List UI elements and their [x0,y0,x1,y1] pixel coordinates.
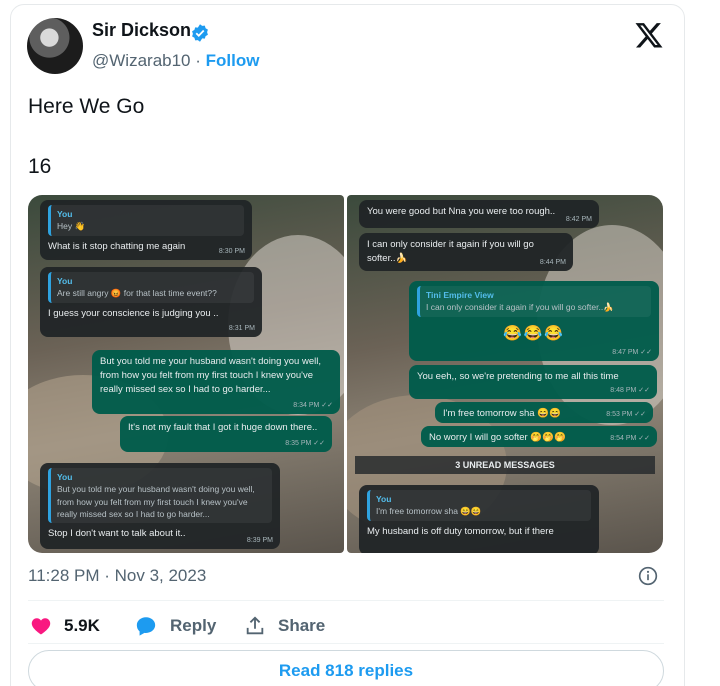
author-name[interactable]: Sir Dickson [92,20,191,41]
chat-bubble-incoming: You But you told me your husband wasn't … [40,463,280,549]
verified-badge-icon [192,24,208,42]
share-label: Share [278,616,326,635]
reply-button[interactable]: Reply [134,612,216,640]
quoted-message: You Hey 👋 [48,205,244,236]
share-upload-icon [246,616,264,635]
chat-bubble-incoming: You Are still angry 😡 for that last time… [40,267,262,337]
chat-bubble-outgoing: You eeh,, so we're pretending to me all … [409,365,657,399]
info-icon[interactable] [638,566,658,586]
tweet-text-line1: Here We Go [28,95,145,118]
chat-bubble-outgoing: I'm free tomorrow sha 😄😄 8:53 PM ✓✓ [435,402,653,423]
quoted-message: You I'm free tomorrow sha 😄😄 [367,490,591,521]
media-image-left[interactable]: You Hey 👋 What is it stop chatting me ag… [28,195,344,553]
chat-bubble-incoming: You Hey 👋 What is it stop chatting me ag… [40,200,252,260]
heart-icon [31,618,51,635]
separator: · [195,51,201,70]
chat-bubble-outgoing: But you told me your husband wasn't doin… [92,350,340,414]
unread-messages-banner: 3 UNREAD MESSAGES [355,456,655,474]
like-count: 5.9K [64,616,100,635]
share-button[interactable]: Share [244,612,325,640]
chat-bubble-incoming: You were good but Nna you were too rough… [359,200,599,228]
chat-bubble-outgoing: Tini Empire View I can only consider it … [409,281,659,361]
avatar[interactable] [27,18,83,74]
chat-bubble-incoming: I can only consider it again if you will… [359,233,573,271]
chat-bubble-outgoing: No worry I will go softer 🤭🤭🤭 8:54 PM ✓✓ [421,426,657,447]
reply-bubble-icon [136,617,156,636]
quoted-message: Tini Empire View I can only consider it … [417,286,651,317]
quoted-message: You Are still angry 😡 for that last time… [48,272,254,303]
reply-label: Reply [170,616,217,635]
author-handle-row: @Wizarab10 · Follow [92,51,259,71]
media-image-right[interactable]: You were good but Nna you were too rough… [347,195,663,553]
chat-bubble-outgoing: It's not my fault that I got it huge dow… [120,416,332,452]
chat-bubble-incoming: You I'm free tomorrow sha 😄😄 My husband … [359,485,599,553]
author-handle[interactable]: @Wizarab10 [92,51,191,70]
divider [28,600,664,601]
tweet-timestamp[interactable]: 11:28 PM · Nov 3, 2023 [28,566,206,586]
quoted-message: You But you told me your husband wasn't … [48,468,272,524]
tweet-text-line2: 16 [28,155,52,178]
x-logo-icon[interactable] [634,20,664,50]
like-button[interactable]: 5.9K [30,612,100,640]
divider [28,643,664,644]
read-replies-button[interactable]: Read 818 replies [28,650,664,686]
follow-button[interactable]: Follow [206,51,260,70]
